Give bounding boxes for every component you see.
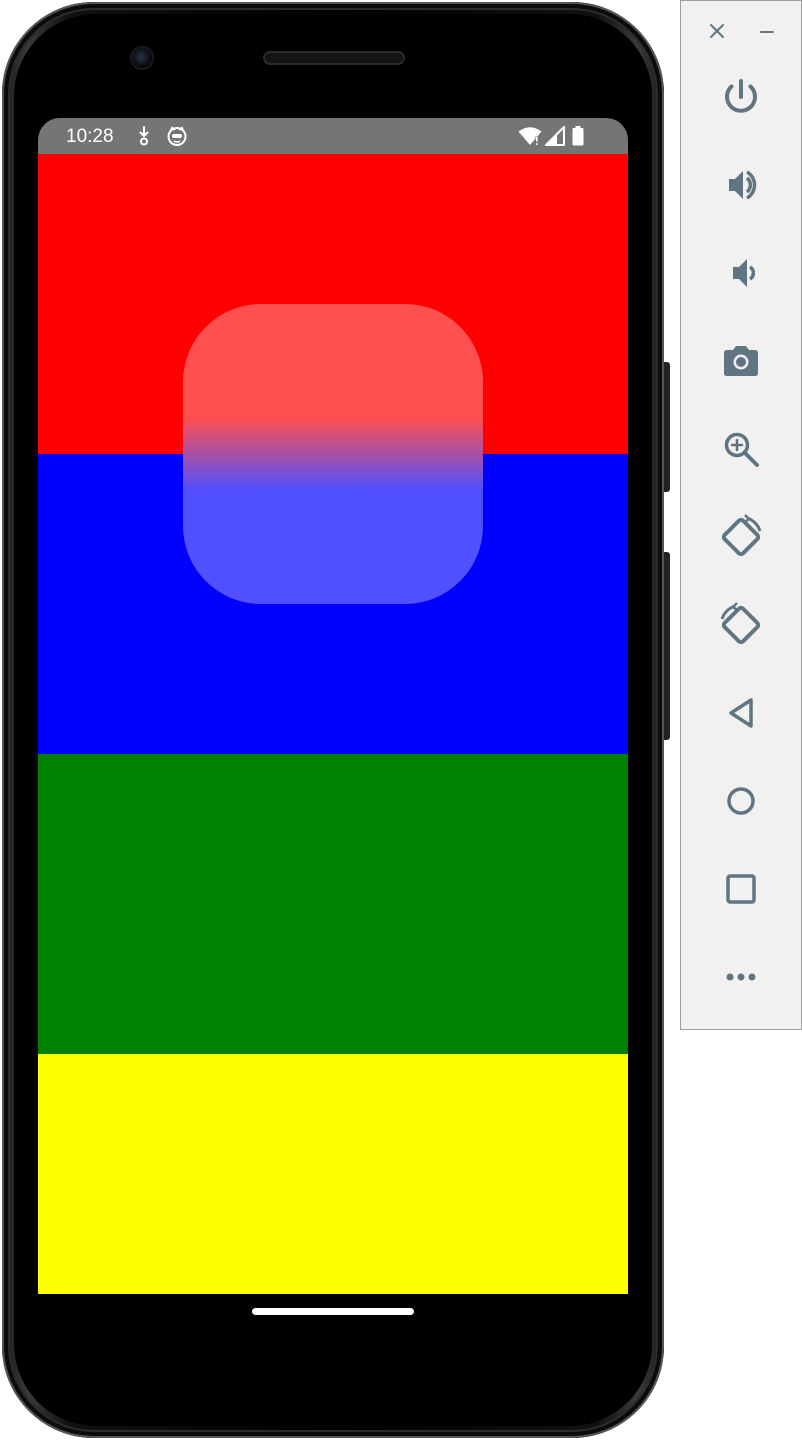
emulator-toolbar [680, 0, 802, 1030]
overview-icon[interactable] [711, 859, 771, 919]
volume-down-icon[interactable] [711, 243, 771, 303]
volume-up-icon[interactable] [711, 155, 771, 215]
green-band [38, 754, 628, 1054]
battery-icon [572, 126, 584, 146]
status-bar: 10:28 [38, 118, 628, 154]
rotate-left-icon[interactable] [711, 507, 771, 567]
phone-power-key [664, 362, 670, 492]
gesture-nav-handle[interactable] [252, 1308, 414, 1315]
back-icon[interactable] [711, 683, 771, 743]
front-camera [132, 48, 152, 68]
wifi-icon [518, 127, 542, 145]
status-time: 10:28 [66, 126, 114, 147]
minimize-icon[interactable] [753, 17, 781, 45]
more-icon[interactable] [711, 947, 771, 1007]
cat-face-icon [167, 126, 187, 146]
cell-signal-icon [545, 126, 565, 146]
earpiece-speaker [263, 51, 405, 65]
camera-icon[interactable] [711, 331, 771, 391]
emulator-window: 10:28 [0, 0, 802, 1440]
yellow-band [38, 1054, 628, 1294]
rotate-right-icon[interactable] [711, 595, 771, 655]
phone-volume-key [664, 552, 670, 740]
gradient-rounded-overlay [183, 304, 483, 604]
close-icon[interactable] [703, 17, 731, 45]
phone-screen[interactable]: 10:28 [38, 118, 628, 1294]
home-icon[interactable] [711, 771, 771, 831]
power-icon[interactable] [711, 67, 771, 127]
zoom-in-icon[interactable] [711, 419, 771, 479]
download-arrow-icon [139, 126, 149, 146]
